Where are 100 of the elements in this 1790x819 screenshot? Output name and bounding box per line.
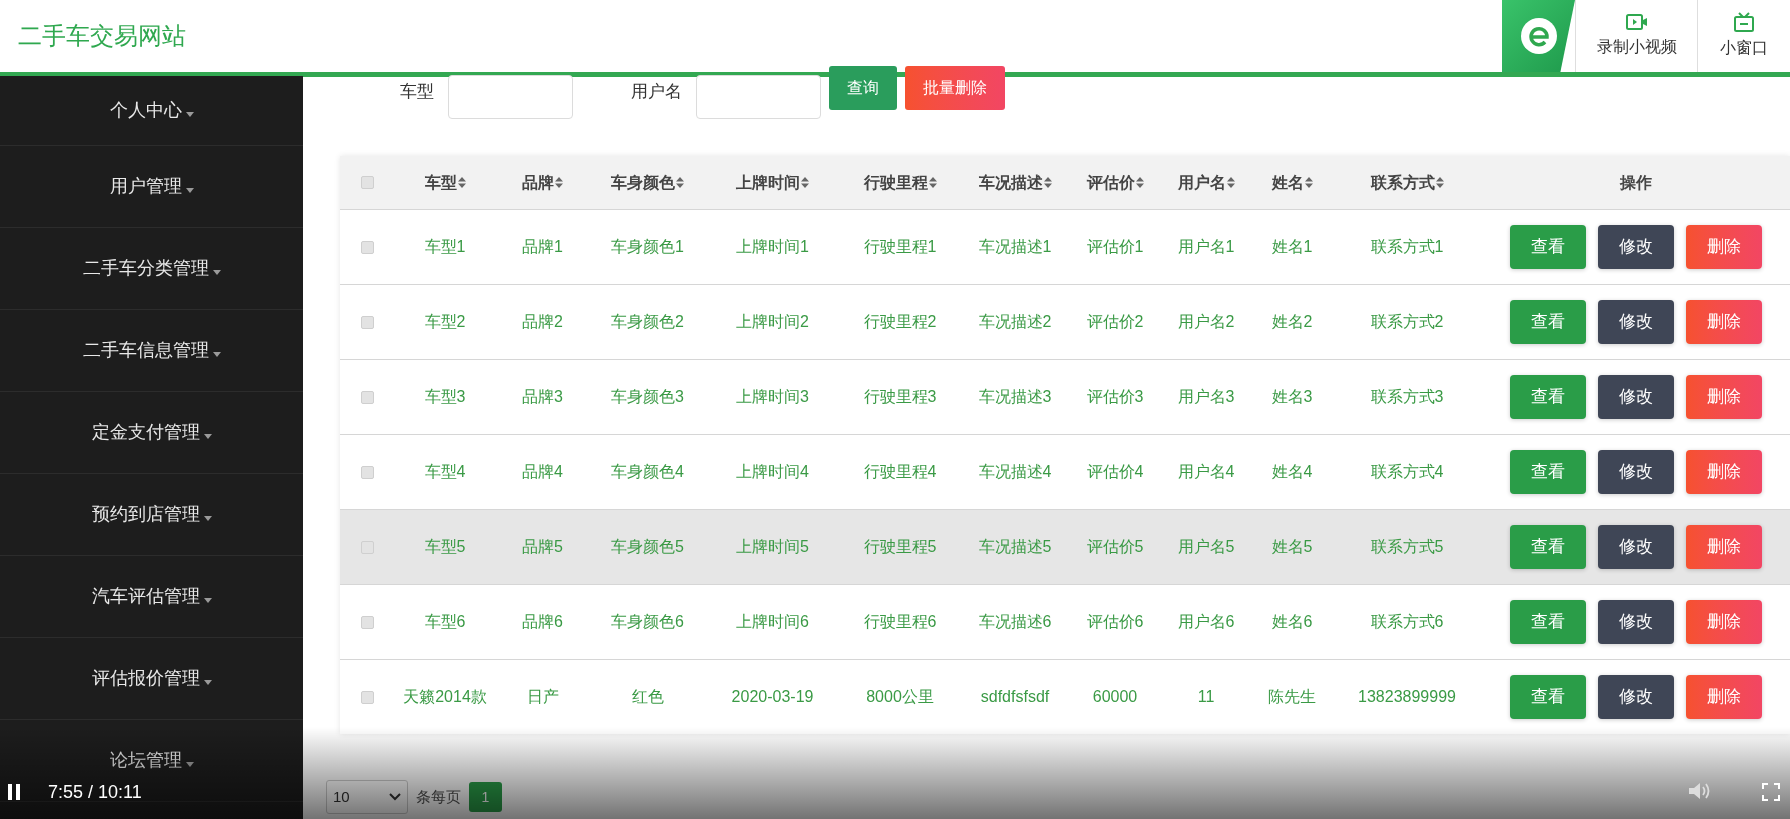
table-row[interactable]: 车型5 品牌5 车身颜色5 上牌时间5 行驶里程5 车况描述5 评估价5 用户名5 姓名5 联系方式5 查看 修改 删除 <box>340 509 1790 584</box>
sort-icon[interactable] <box>1043 177 1052 188</box>
sort-icon[interactable] <box>457 177 466 188</box>
delete-button[interactable]: 删除 <box>1686 450 1762 494</box>
page-size-select[interactable]: 10 <box>326 780 408 814</box>
table-cell-text: 用户名2 <box>1177 312 1235 332</box>
input-field[interactable] <box>696 75 821 119</box>
caret-icon <box>185 762 194 767</box>
caret-icon <box>203 434 212 439</box>
table-cell-text: 上牌时间2 <box>736 312 809 332</box>
table-cell-text: 联系方式1 <box>1370 237 1444 257</box>
sort-icon[interactable] <box>801 177 809 188</box>
delete-button[interactable]: 删除 <box>1686 300 1762 344</box>
table-cell-text: 用户名6 <box>1177 612 1235 632</box>
table-row[interactable]: 车型6 品牌6 车身颜色6 上牌时间6 行驶里程6 车况描述6 评估价6 用户名6 姓名6 联系方式6 查看 修改 删除 <box>340 584 1790 659</box>
edit-button[interactable]: 修改 <box>1598 375 1674 419</box>
checkbox[interactable] <box>361 690 374 704</box>
table-cell-text: 姓名6 <box>1271 612 1313 632</box>
column-header: 操作 <box>1620 172 1652 193</box>
sort-icon[interactable] <box>1304 177 1313 188</box>
table-cell-text: 车况描述3 <box>978 387 1052 407</box>
sidebar-item[interactable]: 二手车信息管理 <box>0 310 303 392</box>
table-cell-text: 用户名3 <box>1177 387 1235 407</box>
caret-icon <box>185 112 194 117</box>
table-cell-text: 品牌3 <box>522 387 563 407</box>
table-cell-text: 日产 <box>526 687 559 707</box>
table-row[interactable]: 车型3 品牌3 车身颜色3 上牌时间3 行驶里程3 车况描述3 评估价3 用户名3 姓名3 联系方式3 查看 修改 删除 <box>340 359 1790 434</box>
table-cell-text: 评估价4 <box>1086 462 1144 482</box>
browser-logo[interactable] <box>1502 0 1575 72</box>
edit-button[interactable]: 修改 <box>1598 600 1674 644</box>
delete-button[interactable]: 删除 <box>1686 675 1762 719</box>
sort-icon[interactable] <box>1226 177 1235 188</box>
checkbox[interactable] <box>361 615 374 629</box>
table-cell-text: 车身颜色3 <box>611 387 684 407</box>
table-row[interactable]: 车型1 品牌1 车身颜色1 上牌时间1 行驶里程1 车况描述1 评估价1 用户名1 姓名1 联系方式1 查看 修改 删除 <box>340 209 1790 284</box>
table-cell-text: 车身颜色5 <box>611 537 684 557</box>
column-header: 品牌 <box>522 172 554 193</box>
table-cell-text: 车型6 <box>424 612 466 632</box>
sidebar-item[interactable]: 二手车分类管理 <box>0 228 303 310</box>
video-time: 7:55 / 10:11 <box>48 783 142 801</box>
table-cell-text: 车型3 <box>424 387 466 407</box>
table-cell-text: 车身颜色2 <box>611 312 684 332</box>
table-cell-text: 陈先生 <box>1268 687 1316 707</box>
sort-icon[interactable] <box>676 177 684 188</box>
input-field[interactable] <box>448 75 573 119</box>
delete-button[interactable]: 删除 <box>1686 225 1762 269</box>
column-header: 车况描述 <box>978 172 1043 193</box>
table-cell-text: 评估价2 <box>1086 312 1144 332</box>
table-row[interactable]: 天籁2014款 日产 红色 2020-03-19 8000公里 sdfdfsfsdf 60000 11 陈先生 13823899999 查看 修改 删除 <box>340 659 1790 734</box>
checkbox[interactable] <box>361 465 374 479</box>
caret-icon <box>203 598 212 603</box>
edit-button[interactable]: 修改 <box>1598 450 1674 494</box>
table-cell-text: 行驶里程1 <box>863 237 937 257</box>
table-cell-text: 用户名5 <box>1177 537 1235 557</box>
checkbox[interactable] <box>361 390 374 404</box>
table-cell-text: 车况描述2 <box>978 312 1052 332</box>
pause-button[interactable] <box>6 783 22 801</box>
sidebar-item[interactable]: 预约到店管理 <box>0 474 303 556</box>
table-cell-text: 用户名4 <box>1177 462 1235 482</box>
column-header: 行驶里程 <box>863 172 928 193</box>
sidebar-item[interactable]: 汽车评估管理 <box>0 556 303 638</box>
table-row[interactable]: 车型4 品牌4 车身颜色4 上牌时间4 行驶里程4 车况描述4 评估价4 用户名4 姓名4 联系方式4 查看 修改 删除 <box>340 434 1790 509</box>
table-cell-text: 车型1 <box>424 237 466 257</box>
sidebar-item[interactable]: 定金支付管理 <box>0 392 303 474</box>
sidebar-item[interactable]: 个人中心 <box>0 76 303 146</box>
table-cell-text: 姓名3 <box>1271 387 1313 407</box>
sort-icon[interactable] <box>1435 177 1444 188</box>
caret-icon <box>212 270 221 275</box>
edit-button[interactable]: 修改 <box>1598 525 1674 569</box>
edit-button[interactable]: 修改 <box>1598 300 1674 344</box>
column-header: 联系方式 <box>1370 172 1435 193</box>
sidebar-item[interactable]: 用户管理 <box>0 146 303 228</box>
sidebar-item[interactable]: 评估报价管理 <box>0 638 303 720</box>
edit-button[interactable]: 修改 <box>1598 675 1674 719</box>
table-cell-text: 2020-03-19 <box>731 687 814 707</box>
checkbox[interactable] <box>361 315 374 329</box>
delete-button[interactable]: 删除 <box>1686 600 1762 644</box>
batch-delete-button[interactable]: 批量删除 <box>905 66 1005 110</box>
table-cell-text: 车身颜色4 <box>611 462 684 482</box>
sort-icon[interactable] <box>555 177 563 188</box>
table-cell-text: 上牌时间3 <box>736 387 809 407</box>
delete-button[interactable]: 删除 <box>1686 525 1762 569</box>
table-row[interactable]: 车型2 品牌2 车身颜色2 上牌时间2 行驶里程2 车况描述2 评估价2 用户名2 姓名2 联系方式2 查看 修改 删除 <box>340 284 1790 359</box>
table-cell-text: 上牌时间5 <box>736 537 809 557</box>
sort-icon[interactable] <box>928 177 937 188</box>
fullscreen-icon[interactable] <box>1762 783 1780 801</box>
table-cell-text: 品牌4 <box>522 462 563 482</box>
caret-icon <box>203 516 212 521</box>
table-cell-text: 上牌时间4 <box>736 462 809 482</box>
checkbox[interactable] <box>361 176 374 189</box>
table-cell-text: 上牌时间1 <box>736 237 809 257</box>
table-cell-text: 评估价5 <box>1086 537 1144 557</box>
volume-icon[interactable] <box>1688 781 1712 801</box>
table-cell-text: 行驶里程5 <box>863 537 937 557</box>
checkbox[interactable] <box>361 240 374 254</box>
field-label: 车型 <box>400 81 434 104</box>
delete-button[interactable]: 删除 <box>1686 375 1762 419</box>
column-header: 姓名 <box>1271 172 1304 193</box>
sort-icon[interactable] <box>1135 177 1144 188</box>
edit-button[interactable]: 修改 <box>1598 225 1674 269</box>
